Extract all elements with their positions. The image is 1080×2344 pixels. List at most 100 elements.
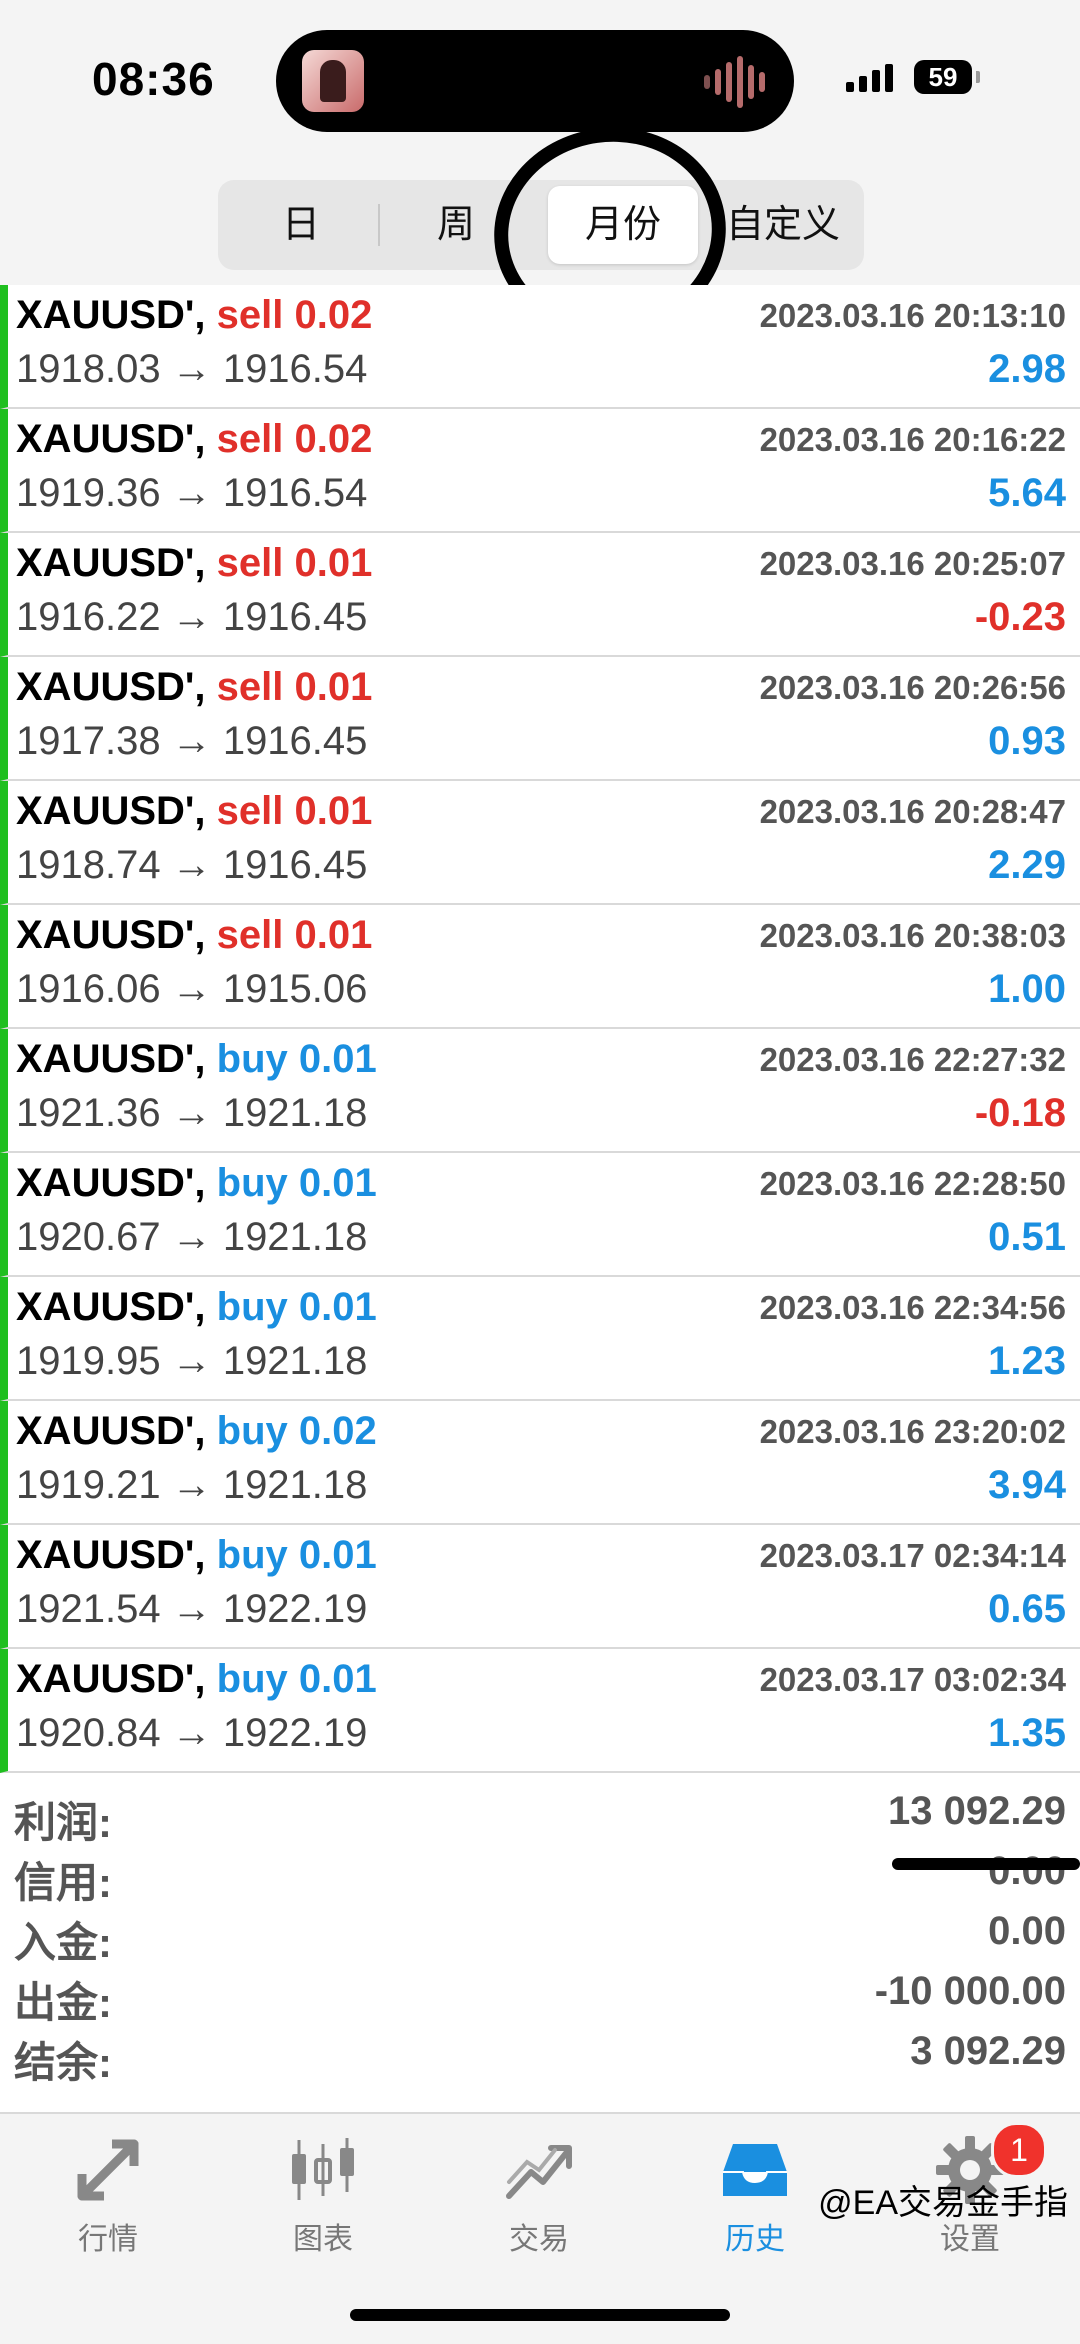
trade-row[interactable]: XAUUSD', sell 0.01 2023.03.16 20:38:03 1… xyxy=(0,905,1080,1029)
trade-type: sell 0.01 xyxy=(216,541,373,585)
summary-withdrawal-row: 出金: -10 000.00 xyxy=(0,1969,1080,2031)
trade-prices: 1919.36 → 1916.54 xyxy=(16,471,368,515)
trade-prices: 1916.06 → 1915.06 xyxy=(16,967,368,1011)
segment-day[interactable]: 日 xyxy=(226,186,376,264)
trade-prices: 1920.84 → 1922.19 xyxy=(16,1711,368,1755)
trade-symbol: XAUUSD', xyxy=(16,789,206,833)
notification-badge: 1 xyxy=(991,2122,1047,2178)
trade-time: 2023.03.16 20:38:03 xyxy=(759,917,1066,954)
trade-symbol: XAUUSD', xyxy=(16,293,206,337)
trade-symbol: XAUUSD', xyxy=(16,1285,206,1329)
trade-prices: 1918.74 → 1916.45 xyxy=(16,843,368,887)
trade-profit: 2.98 xyxy=(988,347,1066,391)
tab-label: 图表 xyxy=(293,2223,353,2256)
trade-prices: 1921.36 → 1921.18 xyxy=(16,1091,368,1135)
tab-chart[interactable]: 图表 xyxy=(248,2130,398,2290)
account-summary: 利润: 13 092.29 信用: 0.00 入金: 0.00 出金: -10 … xyxy=(0,1783,1080,2113)
trade-time: 2023.03.16 20:16:22 xyxy=(759,421,1066,458)
trade-profit: 1.35 xyxy=(988,1711,1066,1755)
trade-row[interactable]: XAUUSD', sell 0.01 2023.03.16 20:25:07 1… xyxy=(0,533,1080,657)
trade-symbol: XAUUSD', xyxy=(16,1657,206,1701)
trade-row[interactable]: XAUUSD', sell 0.02 2023.03.16 20:13:10 1… xyxy=(0,285,1080,409)
trade-type: sell 0.02 xyxy=(216,293,373,337)
trade-time: 2023.03.16 22:28:50 xyxy=(759,1165,1066,1202)
trade-row[interactable]: XAUUSD', sell 0.01 2023.03.16 20:26:56 1… xyxy=(0,657,1080,781)
trade-type: sell 0.01 xyxy=(216,913,373,957)
trade-profit: 5.64 xyxy=(988,471,1066,515)
cellular-signal-icon xyxy=(846,64,893,92)
trade-time: 2023.03.16 20:28:47 xyxy=(759,793,1066,830)
quotes-icon xyxy=(77,2139,139,2201)
trade-row[interactable]: XAUUSD', buy 0.02 2023.03.16 23:20:02 19… xyxy=(0,1401,1080,1525)
tab-quotes[interactable]: 行情 xyxy=(33,2130,183,2290)
trade-profit: -0.23 xyxy=(974,595,1066,639)
trade-type: sell 0.02 xyxy=(216,417,373,461)
summary-profit-row: 利润: 13 092.29 xyxy=(0,1789,1080,1851)
history-icon xyxy=(723,2144,787,2196)
trade-prices: 1919.95 → 1921.18 xyxy=(16,1339,368,1383)
trade-symbol: XAUUSD', xyxy=(16,417,206,461)
trade-symbol: XAUUSD', xyxy=(16,1409,206,1453)
summary-value: 0.00 xyxy=(988,1849,1066,1893)
trade-prices: 1919.21 → 1921.18 xyxy=(16,1463,368,1507)
now-playing-app-icon xyxy=(302,50,364,112)
tab-label: 行情 xyxy=(78,2223,138,2256)
status-time: 08:36 xyxy=(92,53,215,105)
trade-type: buy 0.01 xyxy=(216,1533,377,1577)
trade-time: 2023.03.16 22:27:32 xyxy=(759,1041,1066,1078)
trade-symbol: XAUUSD', xyxy=(16,1037,206,1081)
trade-type: buy 0.02 xyxy=(216,1409,377,1453)
summary-deposit-row: 入金: 0.00 xyxy=(0,1909,1080,1971)
tab-history[interactable]: 历史 xyxy=(680,2130,830,2290)
hand-drawn-underline-annotation xyxy=(892,1858,1080,1870)
trade-time: 2023.03.16 20:13:10 xyxy=(759,297,1066,334)
segment-divider xyxy=(378,204,380,246)
chart-icon xyxy=(292,2138,354,2200)
trade-profit: 1.23 xyxy=(988,1339,1066,1383)
trade-symbol: XAUUSD', xyxy=(16,1533,206,1577)
trade-history-list: XAUUSD', sell 0.02 2023.03.16 20:13:10 1… xyxy=(0,285,1080,1773)
tab-trade[interactable]: 交易 xyxy=(464,2130,614,2290)
segment-custom[interactable]: 自定义 xyxy=(708,186,858,264)
dynamic-island[interactable] xyxy=(276,30,794,132)
trade-symbol: XAUUSD', xyxy=(16,913,206,957)
trade-row[interactable]: XAUUSD', sell 0.01 2023.03.16 20:28:47 1… xyxy=(0,781,1080,905)
trade-row[interactable]: XAUUSD', buy 0.01 2023.03.17 02:34:14 19… xyxy=(0,1525,1080,1649)
trade-symbol: XAUUSD', xyxy=(16,541,206,585)
trade-row[interactable]: XAUUSD', buy 0.01 2023.03.16 22:27:32 19… xyxy=(0,1029,1080,1153)
status-bar: 08:36 59 xyxy=(0,0,1080,165)
battery-icon: 59 xyxy=(914,60,980,94)
trade-type: sell 0.01 xyxy=(216,789,373,833)
summary-label: 利润: xyxy=(14,1799,112,1846)
trade-prices: 1918.03 → 1916.54 xyxy=(16,347,368,391)
trade-type: buy 0.01 xyxy=(216,1037,377,1081)
trade-profit: 0.65 xyxy=(988,1587,1066,1631)
trade-row[interactable]: XAUUSD', buy 0.01 2023.03.16 22:28:50 19… xyxy=(0,1153,1080,1277)
trade-profit: -0.18 xyxy=(974,1091,1066,1135)
trade-profit: 3.94 xyxy=(988,1463,1066,1507)
trade-row[interactable]: XAUUSD', buy 0.01 2023.03.16 22:34:56 19… xyxy=(0,1277,1080,1401)
trade-row[interactable]: XAUUSD', sell 0.02 2023.03.16 20:16:22 1… xyxy=(0,409,1080,533)
trade-symbol: XAUUSD', xyxy=(16,665,206,709)
trade-icon xyxy=(506,2145,572,2199)
summary-value: -10 000.00 xyxy=(874,1969,1066,2013)
trade-type: sell 0.01 xyxy=(216,665,373,709)
trade-type: buy 0.01 xyxy=(216,1161,377,1205)
trade-type: buy 0.01 xyxy=(216,1285,377,1329)
trade-type: buy 0.01 xyxy=(216,1657,377,1701)
watermark-text: @EA交易金手指 xyxy=(818,2184,1068,2222)
trade-prices: 1917.38 → 1916.45 xyxy=(16,719,368,763)
summary-label: 出金: xyxy=(14,1979,112,2026)
trade-prices: 1916.22 → 1916.45 xyxy=(16,595,368,639)
summary-label: 信用: xyxy=(14,1859,112,1906)
trade-prices: 1920.67 → 1921.18 xyxy=(16,1215,368,1259)
home-indicator[interactable] xyxy=(350,2309,730,2321)
trade-row[interactable]: XAUUSD', buy 0.01 2023.03.17 03:02:34 19… xyxy=(0,1649,1080,1773)
trade-time: 2023.03.16 22:34:56 xyxy=(759,1289,1066,1326)
trade-prices: 1921.54 → 1922.19 xyxy=(16,1587,368,1631)
trade-profit: 0.93 xyxy=(988,719,1066,763)
tab-label: 交易 xyxy=(509,2223,569,2256)
summary-label: 结余: xyxy=(14,2039,112,2086)
trade-profit: 0.51 xyxy=(988,1215,1066,1259)
trade-profit: 2.29 xyxy=(988,843,1066,887)
